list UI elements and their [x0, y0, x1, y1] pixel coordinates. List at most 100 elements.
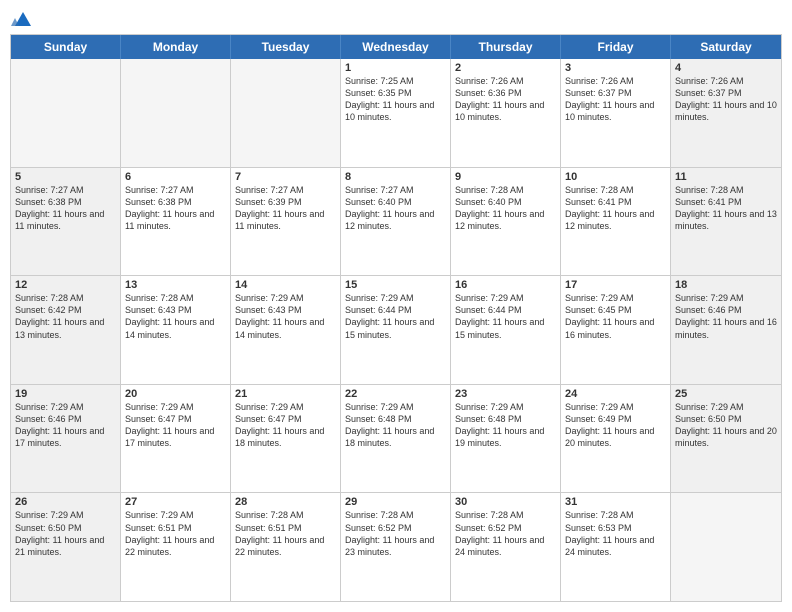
- day-number: 3: [565, 62, 666, 74]
- calendar-day-1: 1Sunrise: 7:25 AMSunset: 6:35 PMDaylight…: [341, 59, 451, 167]
- day-number: 7: [235, 171, 336, 183]
- logo: [10, 10, 33, 26]
- day-number: 2: [455, 62, 556, 74]
- day-info: Sunrise: 7:29 AMSunset: 6:49 PMDaylight:…: [565, 401, 666, 450]
- day-info: Sunrise: 7:27 AMSunset: 6:38 PMDaylight:…: [125, 184, 226, 233]
- calendar-day-25: 25Sunrise: 7:29 AMSunset: 6:50 PMDayligh…: [671, 385, 781, 493]
- day-number: 31: [565, 496, 666, 508]
- calendar-day-8: 8Sunrise: 7:27 AMSunset: 6:40 PMDaylight…: [341, 168, 451, 276]
- logo-icon: [11, 8, 33, 30]
- header: [10, 10, 782, 26]
- day-info: Sunrise: 7:27 AMSunset: 6:40 PMDaylight:…: [345, 184, 446, 233]
- page: SundayMondayTuesdayWednesdayThursdayFrid…: [0, 0, 792, 612]
- calendar-week-5: 26Sunrise: 7:29 AMSunset: 6:50 PMDayligh…: [11, 493, 781, 601]
- day-number: 13: [125, 279, 226, 291]
- day-info: Sunrise: 7:29 AMSunset: 6:50 PMDaylight:…: [15, 509, 116, 558]
- calendar-week-3: 12Sunrise: 7:28 AMSunset: 6:42 PMDayligh…: [11, 276, 781, 385]
- day-info: Sunrise: 7:25 AMSunset: 6:35 PMDaylight:…: [345, 75, 446, 124]
- calendar-day-18: 18Sunrise: 7:29 AMSunset: 6:46 PMDayligh…: [671, 276, 781, 384]
- day-number: 22: [345, 388, 446, 400]
- header-day-friday: Friday: [561, 35, 671, 59]
- calendar-day-6: 6Sunrise: 7:27 AMSunset: 6:38 PMDaylight…: [121, 168, 231, 276]
- day-info: Sunrise: 7:28 AMSunset: 6:41 PMDaylight:…: [565, 184, 666, 233]
- day-info: Sunrise: 7:29 AMSunset: 6:48 PMDaylight:…: [455, 401, 556, 450]
- calendar-day-21: 21Sunrise: 7:29 AMSunset: 6:47 PMDayligh…: [231, 385, 341, 493]
- day-info: Sunrise: 7:29 AMSunset: 6:47 PMDaylight:…: [235, 401, 336, 450]
- day-number: 8: [345, 171, 446, 183]
- day-info: Sunrise: 7:28 AMSunset: 6:53 PMDaylight:…: [565, 509, 666, 558]
- day-info: Sunrise: 7:26 AMSunset: 6:37 PMDaylight:…: [675, 75, 777, 124]
- calendar-day-3: 3Sunrise: 7:26 AMSunset: 6:37 PMDaylight…: [561, 59, 671, 167]
- day-info: Sunrise: 7:29 AMSunset: 6:51 PMDaylight:…: [125, 509, 226, 558]
- calendar-week-2: 5Sunrise: 7:27 AMSunset: 6:38 PMDaylight…: [11, 168, 781, 277]
- day-number: 12: [15, 279, 116, 291]
- header-day-thursday: Thursday: [451, 35, 561, 59]
- day-info: Sunrise: 7:29 AMSunset: 6:43 PMDaylight:…: [235, 292, 336, 341]
- day-info: Sunrise: 7:27 AMSunset: 6:38 PMDaylight:…: [15, 184, 116, 233]
- calendar-day-5: 5Sunrise: 7:27 AMSunset: 6:38 PMDaylight…: [11, 168, 121, 276]
- calendar-day-23: 23Sunrise: 7:29 AMSunset: 6:48 PMDayligh…: [451, 385, 561, 493]
- day-info: Sunrise: 7:26 AMSunset: 6:36 PMDaylight:…: [455, 75, 556, 124]
- day-info: Sunrise: 7:28 AMSunset: 6:51 PMDaylight:…: [235, 509, 336, 558]
- calendar-day-11: 11Sunrise: 7:28 AMSunset: 6:41 PMDayligh…: [671, 168, 781, 276]
- day-number: 19: [15, 388, 116, 400]
- day-number: 17: [565, 279, 666, 291]
- calendar-day-27: 27Sunrise: 7:29 AMSunset: 6:51 PMDayligh…: [121, 493, 231, 601]
- calendar-empty-cell: [671, 493, 781, 601]
- day-number: 26: [15, 496, 116, 508]
- day-info: Sunrise: 7:27 AMSunset: 6:39 PMDaylight:…: [235, 184, 336, 233]
- calendar: SundayMondayTuesdayWednesdayThursdayFrid…: [10, 34, 782, 602]
- calendar-day-24: 24Sunrise: 7:29 AMSunset: 6:49 PMDayligh…: [561, 385, 671, 493]
- day-number: 18: [675, 279, 777, 291]
- calendar-day-29: 29Sunrise: 7:28 AMSunset: 6:52 PMDayligh…: [341, 493, 451, 601]
- day-number: 4: [675, 62, 777, 74]
- day-info: Sunrise: 7:28 AMSunset: 6:43 PMDaylight:…: [125, 292, 226, 341]
- day-info: Sunrise: 7:29 AMSunset: 6:48 PMDaylight:…: [345, 401, 446, 450]
- header-day-saturday: Saturday: [671, 35, 781, 59]
- calendar-day-17: 17Sunrise: 7:29 AMSunset: 6:45 PMDayligh…: [561, 276, 671, 384]
- day-number: 23: [455, 388, 556, 400]
- day-info: Sunrise: 7:29 AMSunset: 6:44 PMDaylight:…: [455, 292, 556, 341]
- calendar-day-22: 22Sunrise: 7:29 AMSunset: 6:48 PMDayligh…: [341, 385, 451, 493]
- calendar-body: 1Sunrise: 7:25 AMSunset: 6:35 PMDaylight…: [11, 59, 781, 601]
- day-info: Sunrise: 7:29 AMSunset: 6:50 PMDaylight:…: [675, 401, 777, 450]
- calendar-day-19: 19Sunrise: 7:29 AMSunset: 6:46 PMDayligh…: [11, 385, 121, 493]
- day-number: 16: [455, 279, 556, 291]
- calendar-day-13: 13Sunrise: 7:28 AMSunset: 6:43 PMDayligh…: [121, 276, 231, 384]
- calendar-day-14: 14Sunrise: 7:29 AMSunset: 6:43 PMDayligh…: [231, 276, 341, 384]
- day-info: Sunrise: 7:28 AMSunset: 6:40 PMDaylight:…: [455, 184, 556, 233]
- header-day-tuesday: Tuesday: [231, 35, 341, 59]
- calendar-day-26: 26Sunrise: 7:29 AMSunset: 6:50 PMDayligh…: [11, 493, 121, 601]
- calendar-empty-cell: [121, 59, 231, 167]
- day-number: 20: [125, 388, 226, 400]
- calendar-day-15: 15Sunrise: 7:29 AMSunset: 6:44 PMDayligh…: [341, 276, 451, 384]
- day-number: 30: [455, 496, 556, 508]
- day-number: 11: [675, 171, 777, 183]
- calendar-week-1: 1Sunrise: 7:25 AMSunset: 6:35 PMDaylight…: [11, 59, 781, 168]
- day-number: 6: [125, 171, 226, 183]
- day-info: Sunrise: 7:28 AMSunset: 6:52 PMDaylight:…: [455, 509, 556, 558]
- day-number: 25: [675, 388, 777, 400]
- day-number: 10: [565, 171, 666, 183]
- day-number: 14: [235, 279, 336, 291]
- day-number: 28: [235, 496, 336, 508]
- day-info: Sunrise: 7:28 AMSunset: 6:42 PMDaylight:…: [15, 292, 116, 341]
- header-day-wednesday: Wednesday: [341, 35, 451, 59]
- day-info: Sunrise: 7:29 AMSunset: 6:47 PMDaylight:…: [125, 401, 226, 450]
- day-number: 21: [235, 388, 336, 400]
- calendar-day-30: 30Sunrise: 7:28 AMSunset: 6:52 PMDayligh…: [451, 493, 561, 601]
- header-day-sunday: Sunday: [11, 35, 121, 59]
- calendar-empty-cell: [231, 59, 341, 167]
- calendar-day-10: 10Sunrise: 7:28 AMSunset: 6:41 PMDayligh…: [561, 168, 671, 276]
- calendar-empty-cell: [11, 59, 121, 167]
- day-info: Sunrise: 7:29 AMSunset: 6:46 PMDaylight:…: [675, 292, 777, 341]
- calendar-day-7: 7Sunrise: 7:27 AMSunset: 6:39 PMDaylight…: [231, 168, 341, 276]
- calendar-day-12: 12Sunrise: 7:28 AMSunset: 6:42 PMDayligh…: [11, 276, 121, 384]
- day-info: Sunrise: 7:29 AMSunset: 6:46 PMDaylight:…: [15, 401, 116, 450]
- calendar-header: SundayMondayTuesdayWednesdayThursdayFrid…: [11, 35, 781, 59]
- day-info: Sunrise: 7:28 AMSunset: 6:41 PMDaylight:…: [675, 184, 777, 233]
- calendar-day-20: 20Sunrise: 7:29 AMSunset: 6:47 PMDayligh…: [121, 385, 231, 493]
- calendar-day-9: 9Sunrise: 7:28 AMSunset: 6:40 PMDaylight…: [451, 168, 561, 276]
- header-day-monday: Monday: [121, 35, 231, 59]
- day-info: Sunrise: 7:26 AMSunset: 6:37 PMDaylight:…: [565, 75, 666, 124]
